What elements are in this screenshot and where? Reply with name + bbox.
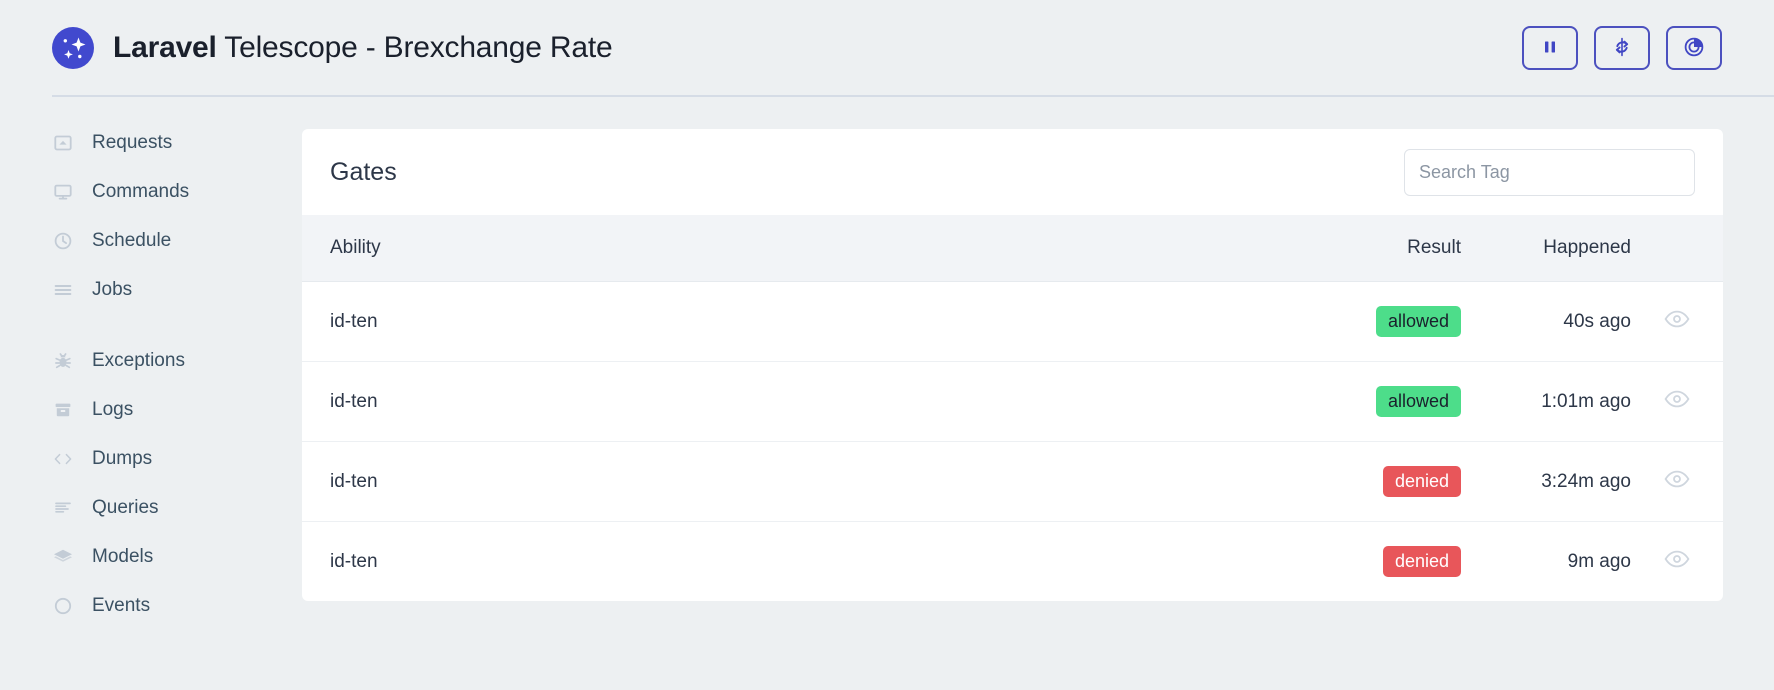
pause-button[interactable]: [1522, 26, 1578, 70]
monitor-icon: [52, 181, 74, 203]
cell-ability: id-ten: [330, 470, 378, 492]
sidebar-item-exceptions[interactable]: Exceptions: [52, 336, 302, 385]
search-tag-wrapper: [1404, 148, 1695, 196]
column-header-actions: [1631, 215, 1723, 282]
eye-icon[interactable]: [1664, 310, 1690, 334]
search-tag-input[interactable]: [1404, 148, 1695, 196]
bug-icon: [52, 350, 74, 372]
sidebar-item-dumps[interactable]: Dumps: [52, 434, 302, 483]
sidebar-item-label: Schedule: [92, 229, 172, 251]
card-title: Gates: [330, 157, 397, 186]
app-header: Laravel Telescope - Brexchange Rate: [0, 0, 1774, 96]
table-row[interactable]: id-ten denied 9m ago: [302, 521, 1723, 602]
sidebar-item-events[interactable]: Events: [52, 581, 302, 630]
cell-happened: 1:01m ago: [1541, 390, 1631, 412]
gates-table: Ability Result Happened id-ten allowed 4…: [302, 215, 1723, 601]
refresh-button[interactable]: [1594, 26, 1650, 70]
column-header-result: Result: [1407, 237, 1461, 258]
telescope-chart-button[interactable]: [1666, 26, 1722, 70]
sidebar-item-schedule[interactable]: Schedule: [52, 216, 302, 265]
text-lines-icon: [52, 497, 74, 519]
header-divider: [52, 95, 1774, 97]
cell-actions: [1631, 522, 1723, 602]
sidebar-item-models[interactable]: Models: [52, 532, 302, 581]
layers-icon: [52, 546, 74, 568]
cell-result: allowed: [1231, 362, 1461, 442]
cell-result: denied: [1231, 442, 1461, 522]
sidebar-item-label: Events: [92, 594, 151, 616]
cell-actions: [1631, 282, 1723, 362]
status-badge: denied: [1382, 546, 1461, 577]
sidebar-item-requests[interactable]: Requests: [52, 118, 302, 167]
table-header-row: Ability Result Happened: [302, 215, 1723, 282]
inbox-icon: [52, 132, 74, 154]
sidebar-item-label: Requests: [92, 131, 173, 153]
cell-happened: 3:24m ago: [1541, 470, 1631, 492]
brand[interactable]: Laravel Telescope - Brexchange Rate: [52, 27, 613, 69]
circle-icon: [52, 595, 74, 617]
cell-result: denied: [1231, 522, 1461, 602]
refresh-icon: [1612, 37, 1632, 60]
sidebar-item-queries[interactable]: Queries: [52, 483, 302, 532]
sparkle-icon: [63, 37, 86, 59]
sidebar: Requests Commands Schedule Jobs Exceptio…: [0, 118, 302, 630]
table-body: id-ten allowed 40s ago id-ten allowed 1:…: [302, 281, 1723, 602]
telescope-sparkle-logo: [52, 27, 94, 69]
sidebar-group-divider: [52, 314, 302, 336]
sidebar-item-label: Queries: [92, 496, 159, 518]
code-brackets-icon: [52, 448, 74, 470]
sidebar-item-label: Logs: [92, 398, 134, 420]
table-row[interactable]: id-ten allowed 1:01m ago: [302, 361, 1723, 442]
table-head: Ability Result Happened: [302, 215, 1723, 282]
page-title-brand: Laravel: [113, 31, 217, 64]
cell-ability: id-ten: [330, 310, 378, 332]
sidebar-item-label: Models: [92, 545, 154, 567]
status-badge: denied: [1382, 466, 1461, 497]
table-row[interactable]: id-ten denied 3:24m ago: [302, 441, 1723, 522]
column-header-happened: Happened: [1543, 237, 1631, 258]
sidebar-item-label: Jobs: [92, 278, 133, 300]
sidebar-item-label: Dumps: [92, 447, 153, 469]
cell-ability: id-ten: [330, 390, 378, 412]
telescope-app: Laravel Telescope - Brexchange Rate Requ…: [0, 0, 1774, 690]
eye-icon[interactable]: [1664, 470, 1690, 494]
cell-happened: 9m ago: [1567, 550, 1631, 572]
sidebar-item-label: Exceptions: [92, 349, 185, 371]
page-title: Laravel Telescope - Brexchange Rate: [113, 31, 613, 65]
status-badge: allowed: [1375, 306, 1461, 337]
archive-box-icon: [52, 399, 74, 421]
cell-happened: 40s ago: [1563, 310, 1631, 332]
cell-result: allowed: [1231, 282, 1461, 362]
cell-actions: [1631, 362, 1723, 442]
clock-icon: [52, 230, 74, 252]
sidebar-item-label: Commands: [92, 180, 190, 202]
eye-icon[interactable]: [1664, 550, 1690, 574]
pause-icon: [1541, 38, 1559, 59]
eye-icon[interactable]: [1664, 390, 1690, 414]
sidebar-item-jobs[interactable]: Jobs: [52, 265, 302, 314]
header-actions: [1522, 26, 1722, 70]
cell-actions: [1631, 442, 1723, 522]
gates-card: Gates Ability Result Happened id-ten all…: [302, 129, 1723, 601]
table-row[interactable]: id-ten allowed 40s ago: [302, 281, 1723, 362]
card-header: Gates: [302, 129, 1723, 215]
cell-ability: id-ten: [330, 550, 378, 572]
column-header-ability: Ability: [330, 237, 381, 258]
page-title-rest: Telescope - Brexchange Rate: [216, 31, 613, 64]
list-lines-icon: [52, 279, 74, 301]
sidebar-item-logs[interactable]: Logs: [52, 385, 302, 434]
pie-chart-icon: [1683, 36, 1705, 61]
status-badge: allowed: [1375, 386, 1461, 417]
sidebar-item-commands[interactable]: Commands: [52, 167, 302, 216]
